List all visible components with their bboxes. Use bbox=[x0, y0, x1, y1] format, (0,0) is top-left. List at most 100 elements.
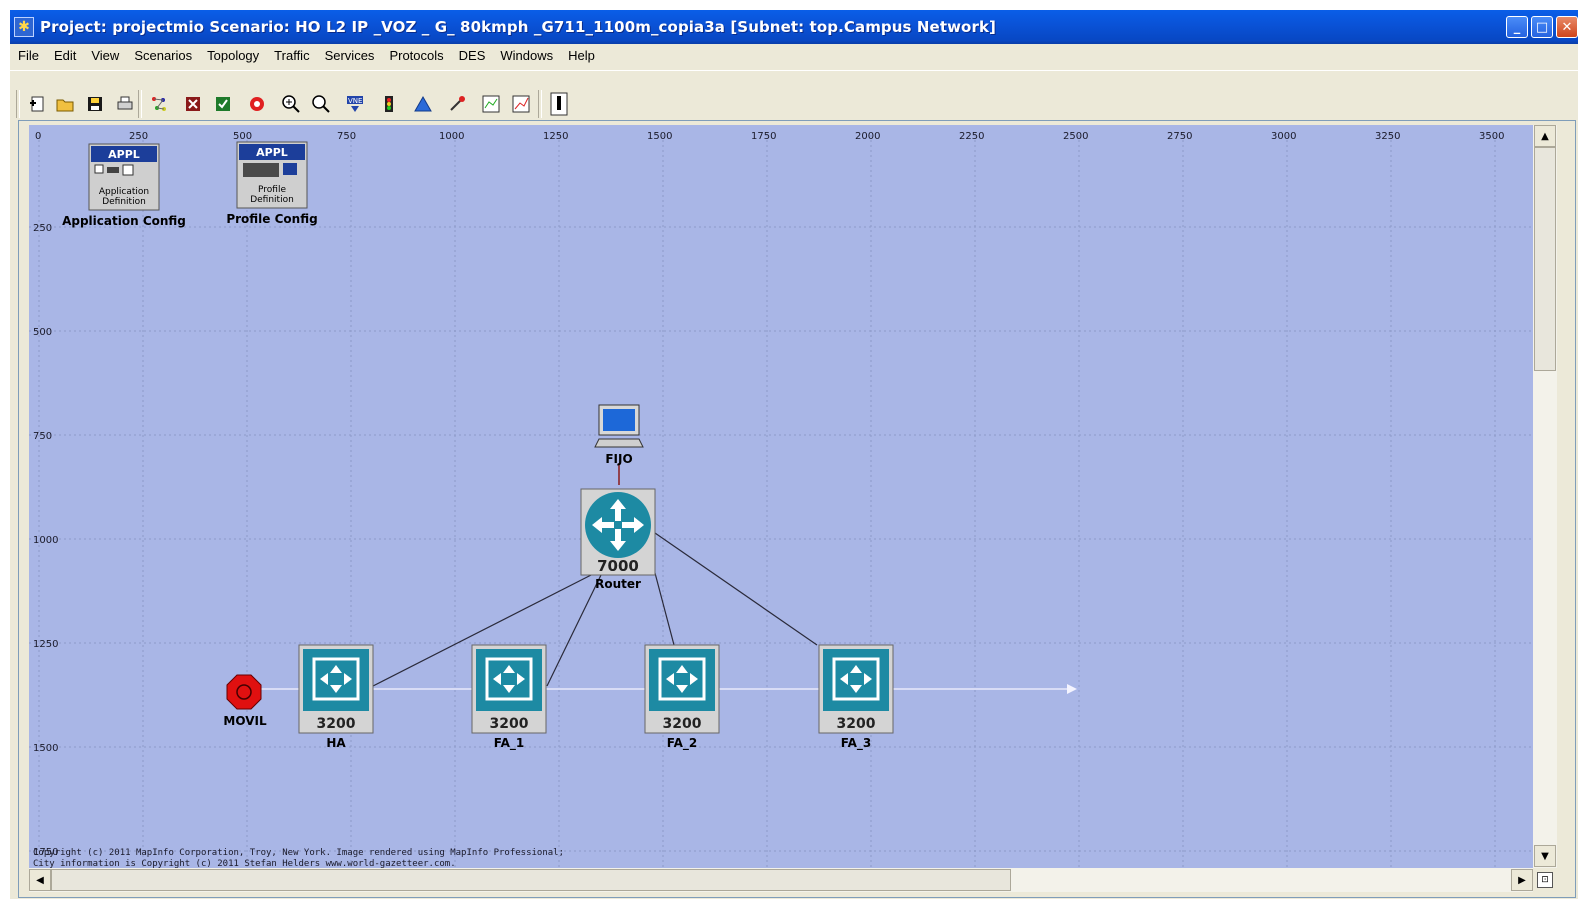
configure-node-icon[interactable] bbox=[182, 93, 204, 115]
minimize-icon[interactable]: _ bbox=[1506, 16, 1528, 38]
node-label: HA bbox=[326, 736, 346, 750]
x-tick: 750 bbox=[337, 131, 356, 142]
view-results-icon[interactable] bbox=[480, 93, 502, 115]
workstation-node[interactable]: FIJO bbox=[594, 404, 644, 466]
window-title: Project: projectmio Scenario: HO L2 IP _… bbox=[40, 18, 996, 36]
x-tick: 1750 bbox=[751, 131, 776, 142]
scroll-left-icon[interactable]: ◀ bbox=[29, 869, 51, 891]
vertical-scrollbar[interactable]: ▲ ▼ bbox=[1533, 125, 1557, 868]
menu-help[interactable]: Help bbox=[560, 48, 602, 63]
menu-view[interactable]: View bbox=[83, 48, 126, 63]
switch-node-fa3[interactable]: 3200 FA_3 bbox=[818, 644, 894, 751]
x-tick: 500 bbox=[233, 131, 252, 142]
node-label: FA_3 bbox=[841, 736, 871, 751]
menu-bar: File Edit View Scenarios Topology Traffi… bbox=[10, 44, 1578, 66]
x-tick: 2750 bbox=[1167, 131, 1192, 142]
scroll-down-icon[interactable]: ▼ bbox=[1534, 845, 1556, 867]
menu-traffic[interactable]: Traffic bbox=[266, 48, 316, 63]
horizontal-scroll-thumb[interactable] bbox=[51, 869, 1011, 891]
x-tick: 3250 bbox=[1375, 131, 1400, 142]
scroll-right-icon[interactable]: ▶ bbox=[1511, 869, 1533, 891]
open-folder-icon[interactable] bbox=[54, 93, 76, 115]
x-tick: 1250 bbox=[543, 131, 568, 142]
switch-node-fa1[interactable]: 3200 FA_1 bbox=[471, 644, 547, 751]
appl-caption: Definition bbox=[102, 197, 146, 207]
close-icon[interactable]: ✕ bbox=[1556, 16, 1578, 38]
link-router-fa2[interactable] bbox=[654, 572, 675, 646]
app-table-icon bbox=[94, 164, 104, 174]
profile-config-node[interactable]: APPL Profile Definition Profile Config bbox=[226, 141, 318, 226]
star-icon[interactable]: ✱ bbox=[14, 17, 34, 37]
mobile-node[interactable]: MOVIL bbox=[223, 674, 267, 728]
node-label: MOVIL bbox=[223, 714, 267, 728]
appl-caption: Definition bbox=[250, 195, 294, 205]
vne-import-icon[interactable]: VNE bbox=[344, 93, 366, 115]
x-tick: 1000 bbox=[439, 131, 464, 142]
copyright-line: Copyright (c) 2011 MapInfo Corporation, … bbox=[33, 848, 564, 858]
print-icon[interactable] bbox=[114, 93, 136, 115]
menu-protocols[interactable]: Protocols bbox=[381, 48, 450, 63]
switch-node-fa2[interactable]: 3200 FA_2 bbox=[644, 644, 720, 751]
link-router-fa1[interactable] bbox=[546, 574, 602, 687]
link-router-fa3[interactable] bbox=[654, 532, 818, 646]
object-palette-icon[interactable] bbox=[148, 93, 170, 115]
menu-services[interactable]: Services bbox=[317, 48, 382, 63]
switch-model: 3200 bbox=[663, 716, 702, 732]
scroll-up-icon[interactable]: ▲ bbox=[1534, 125, 1556, 147]
appl-caption: Application bbox=[99, 187, 149, 197]
router-node[interactable]: 7000 Router bbox=[580, 488, 656, 591]
menu-windows[interactable]: Windows bbox=[492, 48, 560, 63]
x-tick: 2000 bbox=[855, 131, 880, 142]
info-icon[interactable] bbox=[548, 92, 570, 116]
toolbar: VNE bbox=[10, 70, 1578, 122]
menu-edit[interactable]: Edit bbox=[46, 48, 83, 63]
y-tick: 1250 bbox=[33, 639, 58, 650]
svg-text:VNE: VNE bbox=[348, 97, 362, 105]
toolbar-grip bbox=[16, 90, 20, 118]
app-table-icon bbox=[107, 167, 119, 173]
mobile-icon bbox=[226, 674, 262, 710]
menu-topology[interactable]: Topology bbox=[199, 48, 266, 63]
menu-des[interactable]: DES bbox=[451, 48, 493, 63]
zoom-corner-icon[interactable]: ⊡ bbox=[1533, 868, 1557, 892]
node-label: Profile Config bbox=[226, 212, 317, 226]
application-config-node[interactable]: APPL Application Definition Application … bbox=[62, 143, 186, 228]
project-workspace: 0 250 500 750 1000 1250 1500 1750 2000 2… bbox=[18, 120, 1576, 898]
x-tick: 2250 bbox=[959, 131, 984, 142]
title-bar[interactable]: ✱ Project: projectmio Scenario: HO L2 IP… bbox=[10, 10, 1578, 44]
x-tick: 3500 bbox=[1479, 131, 1504, 142]
graph-icon[interactable] bbox=[510, 93, 532, 115]
network-canvas[interactable]: 0 250 500 750 1000 1250 1500 1750 2000 2… bbox=[29, 125, 1533, 868]
switch-model: 3200 bbox=[837, 716, 876, 732]
monitor-icon bbox=[283, 163, 297, 175]
node-label: FA_2 bbox=[667, 736, 697, 751]
x-tick: 250 bbox=[129, 131, 148, 142]
y-tick: 750 bbox=[33, 431, 52, 442]
save-icon[interactable] bbox=[84, 93, 106, 115]
x-tick: 2500 bbox=[1063, 131, 1088, 142]
maximize-icon[interactable]: □ bbox=[1531, 16, 1553, 38]
appl-caption: Profile bbox=[258, 185, 286, 195]
horizontal-scrollbar[interactable]: ◀ ▶ bbox=[29, 868, 1533, 892]
menu-file[interactable]: File bbox=[10, 48, 46, 63]
y-tick: 500 bbox=[33, 327, 52, 338]
verify-links-icon[interactable] bbox=[212, 93, 234, 115]
switch-model: 3200 bbox=[490, 716, 529, 732]
switch-node-ha[interactable]: 3200 HA bbox=[298, 644, 374, 750]
zoom-in-icon[interactable] bbox=[280, 93, 302, 115]
y-ruler: 250 500 750 1000 1250 1500 1750 bbox=[33, 223, 58, 858]
traffic-light-icon[interactable] bbox=[378, 93, 400, 115]
results-icon[interactable] bbox=[446, 93, 468, 115]
app-table-icon bbox=[122, 164, 134, 176]
zoom-out-icon[interactable] bbox=[310, 93, 332, 115]
run-simulation-icon[interactable] bbox=[412, 93, 434, 115]
failure-recovery-icon[interactable] bbox=[246, 93, 268, 115]
toolbar-separator bbox=[138, 90, 142, 118]
main-window: ✱ Project: projectmio Scenario: HO L2 IP… bbox=[10, 10, 1578, 899]
new-project-icon[interactable] bbox=[26, 93, 48, 115]
menu-scenarios[interactable]: Scenarios bbox=[126, 48, 199, 63]
vertical-scroll-thumb[interactable] bbox=[1534, 147, 1556, 371]
grid-lines bbox=[29, 135, 1533, 868]
x-tick: 3000 bbox=[1271, 131, 1296, 142]
network-diagram[interactable]: 0 250 500 750 1000 1250 1500 1750 2000 2… bbox=[29, 125, 1533, 868]
